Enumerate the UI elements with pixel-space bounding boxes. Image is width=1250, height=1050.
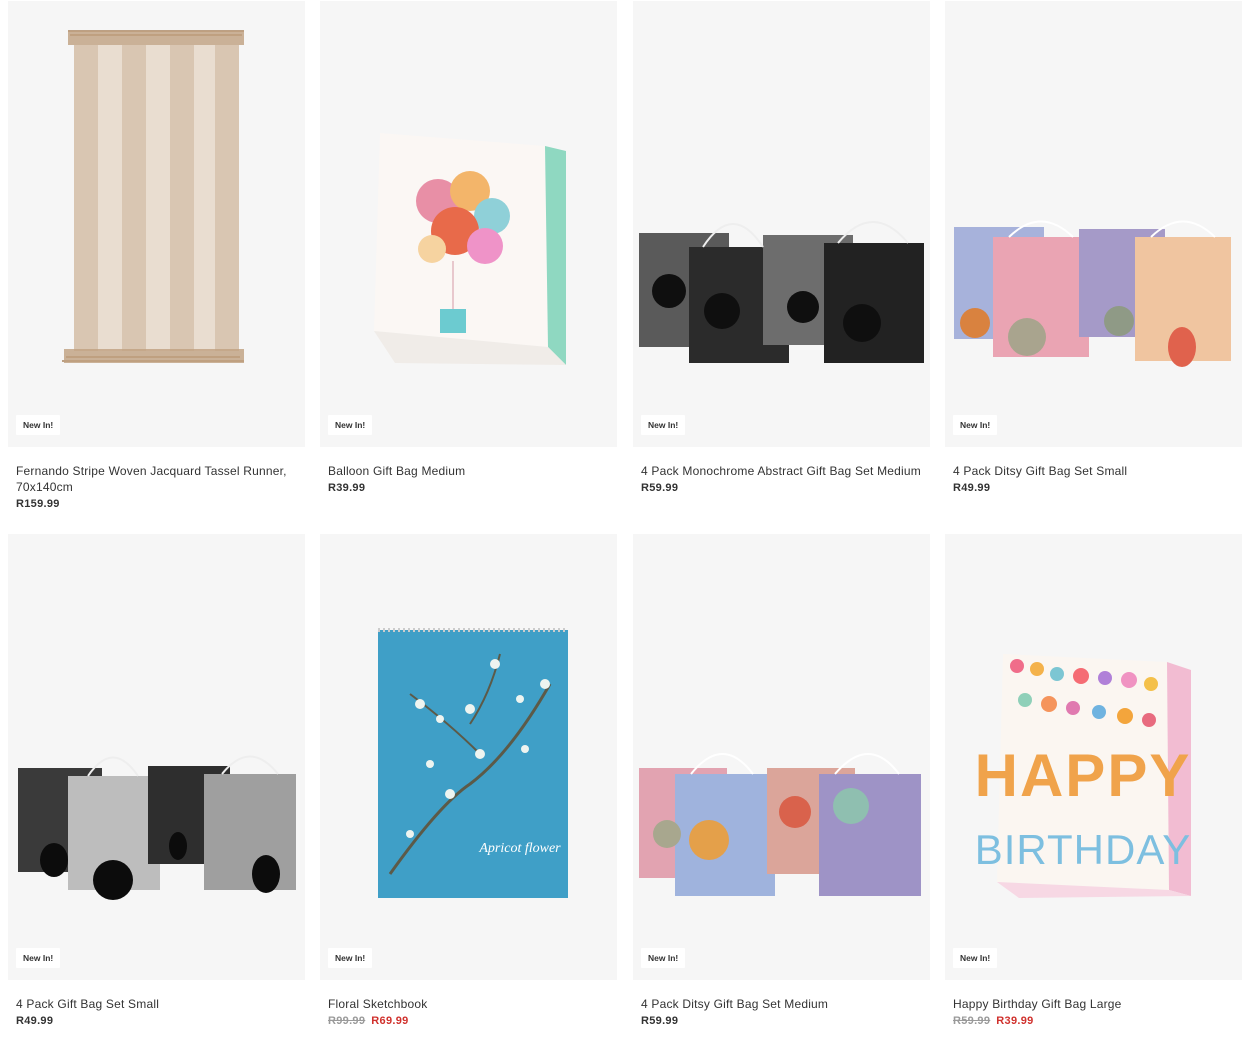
new-in-badge: New In! (328, 415, 373, 435)
product-card[interactable]: New In! 4 Pack Gift Bag Set Small R49.99 (8, 534, 305, 1027)
bag-text-birthday: BIRTHDAY (975, 826, 1191, 873)
product-image[interactable]: New In! (8, 534, 305, 980)
new-in-badge: New In! (328, 948, 373, 968)
product-image[interactable]: New In! (945, 1, 1242, 447)
new-in-badge: New In! (16, 415, 61, 435)
product-image[interactable]: New In! (8, 1, 305, 447)
product-card[interactable]: New In! 4 Pack Ditsy Gift Bag Set Medium… (633, 534, 930, 1027)
product-name[interactable]: 4 Pack Ditsy Gift Bag Set Small (953, 463, 1234, 479)
product-price: R59.99 (641, 1015, 679, 1027)
happy-birthday-gift-bag-image: HAPPY BIRTHDAY (975, 654, 1192, 898)
balloon-gift-bag-image (374, 133, 566, 365)
ditsy-gift-bags-image (954, 220, 1231, 367)
product-image[interactable]: Apricot flower New In! (320, 534, 617, 980)
product-card[interactable]: New In! 4 Pack Ditsy Gift Bag Set Small … (945, 1, 1242, 494)
product-card[interactable]: New In! Balloon Gift Bag Medium R39.99 (320, 1, 617, 494)
new-in-badge: New In! (641, 415, 686, 435)
product-image[interactable]: HAPPY BIRTHDAY New In! (945, 534, 1242, 980)
product-image[interactable]: New In! (633, 534, 930, 980)
bag-text-happy: HAPPY (975, 742, 1192, 809)
product-price: R159.99 (16, 498, 60, 510)
product-card[interactable]: Apricot flower New In! Floral Sketchbook… (320, 534, 617, 1027)
product-price: R49.99 (16, 1015, 54, 1027)
sale-price: R69.99 (371, 1015, 409, 1027)
product-name[interactable]: Happy Birthday Gift Bag Large (953, 996, 1234, 1012)
product-price: R99.99 R69.99 (328, 1015, 609, 1027)
product-name[interactable]: 4 Pack Gift Bag Set Small (16, 996, 297, 1012)
product-card[interactable]: New In! Fernando Stripe Woven Jacquard T… (8, 1, 305, 510)
product-name[interactable]: Balloon Gift Bag Medium (328, 463, 609, 479)
product-card[interactable]: HAPPY BIRTHDAY New In! Happy Birthday Gi… (945, 534, 1242, 1027)
product-name[interactable]: Fernando Stripe Woven Jacquard Tassel Ru… (16, 463, 297, 495)
sketchbook-cover-text: Apricot flower (478, 841, 561, 856)
new-in-badge: New In! (953, 948, 998, 968)
product-price: R39.99 (328, 482, 366, 494)
ditsy-gift-bags-medium-image (639, 753, 921, 896)
new-in-badge: New In! (953, 415, 998, 435)
product-price: R49.99 (953, 482, 991, 494)
monochrome-gift-bags-image (639, 221, 924, 363)
product-price: R59.99 R39.99 (953, 1015, 1234, 1027)
product-price: R59.99 (641, 482, 679, 494)
was-price: R99.99 (328, 1015, 366, 1027)
sale-price: R39.99 (996, 1015, 1034, 1027)
black-white-gift-bags-image (18, 755, 296, 900)
product-card[interactable]: New In! 4 Pack Monochrome Abstract Gift … (633, 1, 930, 494)
product-name[interactable]: 4 Pack Monochrome Abstract Gift Bag Set … (641, 463, 922, 479)
product-name[interactable]: Floral Sketchbook (328, 996, 609, 1012)
product-image[interactable]: New In! (633, 1, 930, 447)
was-price: R59.99 (953, 1015, 991, 1027)
new-in-badge: New In! (641, 948, 686, 968)
tassel-runner-image (62, 30, 244, 363)
new-in-badge: New In! (16, 948, 61, 968)
product-image[interactable]: New In! (320, 1, 617, 447)
product-grid: New In! Fernando Stripe Woven Jacquard T… (0, 0, 1250, 1050)
floral-sketchbook-image: Apricot flower (378, 628, 568, 898)
product-name[interactable]: 4 Pack Ditsy Gift Bag Set Medium (641, 996, 922, 1012)
